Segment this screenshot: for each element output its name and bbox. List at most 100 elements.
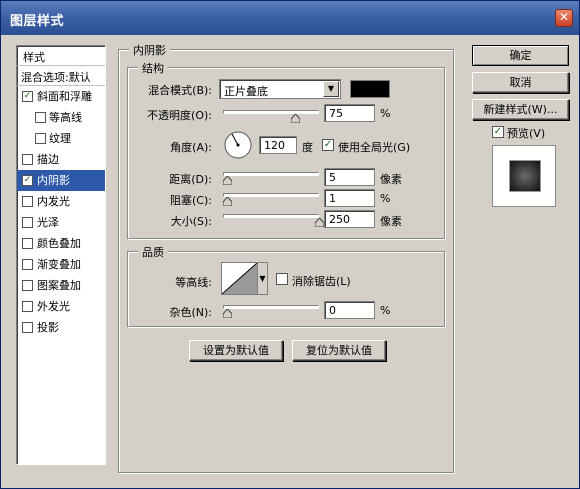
style-item-label: 投影	[37, 321, 59, 334]
style-item[interactable]: 投影	[17, 317, 105, 338]
style-item-checkbox[interactable]	[22, 238, 33, 249]
choke-slider-thumb[interactable]	[223, 197, 232, 206]
style-item-label: 斜面和浮雕	[37, 90, 92, 103]
style-item[interactable]: 颜色叠加	[17, 233, 105, 254]
choke-unit: %	[380, 192, 391, 205]
contour-dropdown[interactable]: ▼	[257, 262, 268, 295]
style-item-checkbox[interactable]: ✓	[22, 175, 33, 186]
new-style-button[interactable]: 新建样式(W)...	[472, 99, 569, 120]
style-item-checkbox[interactable]	[22, 259, 33, 270]
style-item-label: 内发光	[37, 195, 70, 208]
style-item-label: 渐变叠加	[37, 258, 81, 271]
styles-list: 样式 混合选项:默认 ✓ 斜面和浮雕等高线纹理描边 ✓ 内阴影内发光光泽颜色叠加渐变叠…	[16, 45, 106, 465]
style-item-checkbox[interactable]	[22, 301, 33, 312]
size-unit: 像素	[380, 215, 402, 228]
antialias-checkbox[interactable]	[276, 273, 288, 285]
style-item[interactable]: 描边	[17, 149, 105, 170]
angle-label: 角度(A):	[170, 141, 212, 154]
style-item[interactable]: 纹理	[17, 128, 105, 149]
style-item-checkbox[interactable]	[22, 280, 33, 291]
shadow-color-swatch[interactable]	[350, 80, 390, 98]
window-title: 图层样式	[10, 14, 65, 29]
make-default-button[interactable]: 设置为默认值	[189, 340, 283, 361]
style-item-checkbox[interactable]	[22, 217, 33, 228]
blend-mode-value: 正片叠底	[224, 85, 268, 98]
global-light-checkbox[interactable]: ✓	[322, 139, 334, 151]
style-item-label: 纹理	[49, 132, 71, 145]
style-item-label: 光泽	[37, 216, 59, 229]
dialog-client: 样式 混合选项:默认 ✓ 斜面和浮雕等高线纹理描边 ✓ 内阴影内发光光泽颜色叠加渐变叠…	[4, 35, 578, 487]
antialias-label: 消除锯齿(L)	[292, 275, 351, 288]
angle-dial[interactable]	[223, 130, 253, 160]
distance-slider[interactable]	[223, 172, 319, 176]
layer-style-dialog: 图层样式 ✕ 样式 混合选项:默认 ✓ 斜面和浮雕等高线纹理描边 ✓ 内阴影内发光光泽…	[0, 0, 580, 489]
angle-input[interactable]: 120	[259, 136, 297, 154]
distance-input[interactable]: 5	[324, 168, 375, 186]
blend-mode-select[interactable]: 正片叠底 ▼	[219, 79, 341, 99]
structure-title: 结构	[138, 60, 168, 76]
contour-picker[interactable]	[221, 262, 258, 295]
blend-mode-label: 混合模式(B):	[148, 84, 212, 97]
choke-slider[interactable]	[223, 193, 319, 197]
style-item-checkbox[interactable]	[35, 112, 46, 123]
cancel-button[interactable]: 取消	[472, 72, 569, 93]
style-items: ✓ 斜面和浮雕等高线纹理描边 ✓ 内阴影内发光光泽颜色叠加渐变叠加图案叠加外发光投影	[17, 86, 105, 338]
quality-group: 品质 等高线: ▼ 消除锯齿(L) 杂色(N): 0 %	[127, 244, 445, 327]
structure-group: 结构 混合模式(B): 正片叠底 ▼ 不透明度(O): 75 % 角度(A):	[127, 60, 445, 239]
quality-title: 品质	[138, 244, 168, 260]
style-item[interactable]: 渐变叠加	[17, 254, 105, 275]
inner-shadow-title: 内阴影	[129, 42, 170, 58]
distance-label: 距离(D):	[169, 173, 212, 186]
style-item-label: 描边	[37, 153, 59, 166]
angle-unit: 度	[302, 141, 313, 154]
distance-slider-thumb[interactable]	[223, 176, 232, 185]
style-item[interactable]: 图案叠加	[17, 275, 105, 296]
reset-default-button[interactable]: 复位为默认值	[292, 340, 386, 361]
opacity-input[interactable]: 75	[324, 104, 375, 122]
chevron-down-icon: ▼	[323, 81, 339, 97]
style-item[interactable]: 内发光	[17, 191, 105, 212]
style-item-label: 外发光	[37, 300, 70, 313]
style-item-label: 图案叠加	[37, 279, 81, 292]
size-slider-thumb[interactable]	[315, 218, 324, 227]
style-item[interactable]: ✓ 斜面和浮雕	[17, 86, 105, 107]
style-item-checkbox[interactable]	[22, 322, 33, 333]
style-item[interactable]: 外发光	[17, 296, 105, 317]
style-item[interactable]: 光泽	[17, 212, 105, 233]
style-item-label: 内阴影	[37, 174, 70, 187]
distance-unit: 像素	[380, 173, 402, 186]
styles-header[interactable]: 样式	[17, 46, 105, 66]
style-item-checkbox[interactable]	[22, 154, 33, 165]
opacity-unit: %	[380, 107, 391, 120]
inner-shadow-panel: 内阴影 结构 混合模式(B): 正片叠底 ▼ 不透明度(O): 75 % 角度(…	[118, 42, 454, 473]
ok-button[interactable]: 确定	[472, 45, 569, 66]
title-bar[interactable]: 图层样式 ✕	[1, 1, 579, 35]
global-light-label: 使用全局光(G)	[338, 141, 411, 154]
style-item-label: 等高线	[49, 111, 82, 124]
noise-input[interactable]: 0	[324, 301, 375, 319]
noise-label: 杂色(N):	[169, 306, 212, 319]
close-icon[interactable]: ✕	[555, 9, 573, 27]
size-input[interactable]: 250	[324, 210, 375, 228]
opacity-slider[interactable]	[223, 110, 319, 114]
style-item[interactable]: ✓ 内阴影	[17, 170, 105, 191]
preview-swatch	[509, 160, 541, 192]
size-slider[interactable]	[223, 214, 319, 218]
opacity-slider-thumb[interactable]	[290, 114, 300, 123]
noise-unit: %	[380, 304, 391, 317]
style-item-checkbox[interactable]: ✓	[22, 91, 33, 102]
preview-checkbox[interactable]: ✓	[492, 126, 504, 138]
noise-slider[interactable]	[223, 305, 319, 309]
preview-label: 预览(V)	[507, 127, 546, 140]
style-item-checkbox[interactable]	[22, 196, 33, 207]
blending-options-item[interactable]: 混合选项:默认	[17, 66, 105, 86]
style-item[interactable]: 等高线	[17, 107, 105, 128]
opacity-label: 不透明度(O):	[147, 109, 212, 122]
contour-label: 等高线:	[175, 276, 212, 289]
style-preview	[492, 145, 556, 207]
noise-slider-thumb[interactable]	[223, 309, 232, 318]
choke-label: 阻塞(C):	[170, 194, 212, 207]
contour-curve-icon	[221, 262, 258, 295]
choke-input[interactable]: 1	[324, 189, 375, 207]
style-item-checkbox[interactable]	[35, 133, 46, 144]
